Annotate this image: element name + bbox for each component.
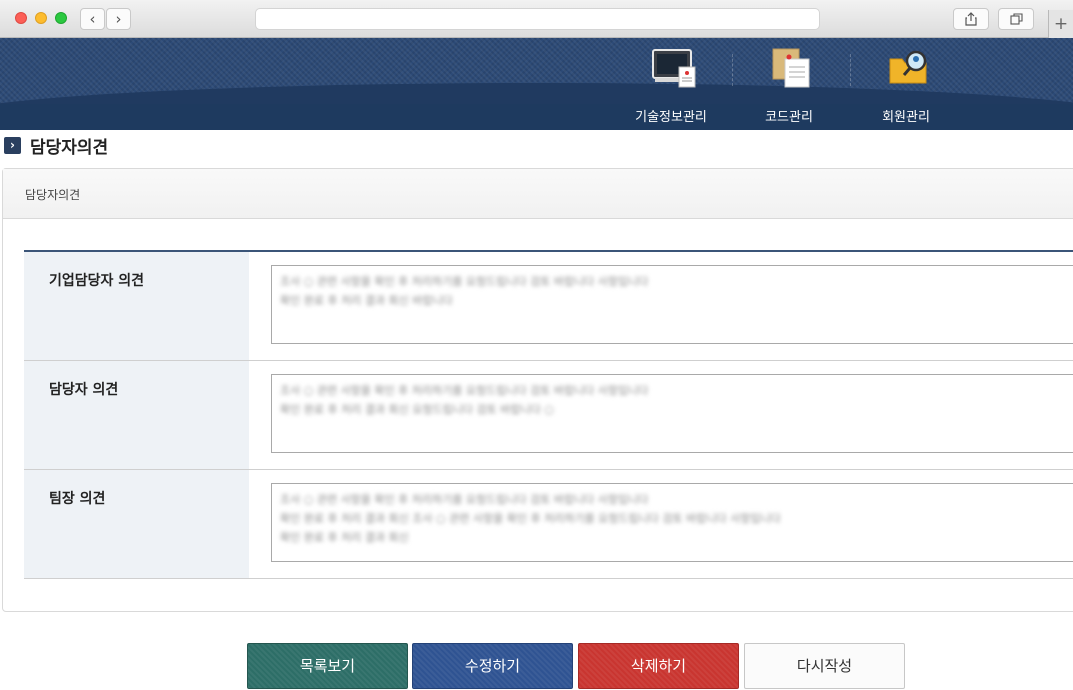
menu-tech-info[interactable]: 기술정보관리 [616,38,726,130]
address-bar[interactable] [255,8,820,30]
menu-code[interactable]: 코드관리 [734,38,844,130]
manager-opinion-textarea[interactable]: 조사 ○ 관련 사항을 확인 후 처리하기를 요청드립니다 검토 바랍니다 사항… [271,374,1073,453]
row-label-cell: 팀장 의견 [24,470,249,578]
opinion-text-line: 조사 ○ 관련 사항을 확인 후 처리하기를 요청드립니다 검토 바랍니다 사항… [280,384,649,397]
company-manager-opinion-textarea[interactable]: 조사 ○ 관련 사항을 확인 후 처리하기를 요청드립니다 검토 바랍니다 사항… [271,265,1073,344]
opinion-text-line: 조사 ○ 관련 사항을 확인 후 처리하기를 요청드립니다 검토 바랍니다 사항… [280,493,649,506]
close-window-button[interactable] [15,12,27,24]
page-title: 담당자의견 [30,138,109,158]
menu-code-label: 코드관리 [765,110,813,125]
team-leader-opinion-textarea[interactable]: 조사 ○ 관련 사항을 확인 후 처리하기를 요청드립니다 검토 바랍니다 사항… [271,483,1073,562]
site-header: 기술정보관리 코드관리 회원관리 [0,38,1073,130]
list-button[interactable]: 목록보기 [247,643,408,689]
folder-search-icon [889,50,927,84]
form-row-company-manager: 기업담당자 의견 조사 ○ 관련 사항을 확인 후 처리하기를 요청드립니다 검… [24,252,1073,361]
chevron-right-icon: › [4,137,21,154]
chevron-left-icon: ‹ [89,10,96,28]
delete-button[interactable]: 삭제하기 [578,643,739,689]
zoom-window-button[interactable] [55,12,67,24]
form-row-team-leader: 팀장 의견 조사 ○ 관련 사항을 확인 후 처리하기를 요청드립니다 검토 바… [24,470,1073,579]
opinion-form: 기업담당자 의견 조사 ○ 관련 사항을 확인 후 처리하기를 요청드립니다 검… [24,250,1073,579]
back-button[interactable]: ‹ [80,8,105,30]
menu-divider [732,54,733,86]
team-leader-opinion-label: 팀장 의견 [49,491,106,507]
menu-members-label: 회원관리 [882,110,930,125]
opinion-text-line: 확인 완료 후 처리 결과 회신 조사 ○ 관련 사항을 확인 후 처리하기를 … [280,512,781,525]
tabs-overview-button[interactable] [998,8,1034,30]
share-button[interactable] [953,8,989,30]
menu-members[interactable]: 회원관리 [851,38,961,130]
company-manager-opinion-label: 기업담당자 의견 [49,273,145,289]
opinion-text-line: 확인 완료 후 처리 결과 회신 바랍니다 [280,294,453,307]
opinion-text-line: 조사 ○ 관련 사항을 확인 후 처리하기를 요청드립니다 검토 바랍니다 사항… [280,275,649,288]
share-icon [965,12,977,26]
plus-icon: + [1053,14,1069,34]
panel-header: 담당자의견 [3,169,1073,219]
panel-heading: 담당자의견 [25,188,81,202]
edit-button[interactable]: 수정하기 [412,643,573,689]
opinion-text-line: 확인 완료 후 처리 결과 회신 요청드립니다 검토 바랍니다 ○ [280,403,554,416]
new-tab-button[interactable]: + [1048,10,1073,38]
chevron-right-icon: › [115,10,122,28]
menu-tech-info-label: 기술정보관리 [635,110,707,125]
rewrite-button[interactable]: 다시작성 [744,643,905,689]
browser-toolbar: ‹ › + [0,0,1073,38]
tabs-icon [1009,13,1023,25]
monitor-icon [652,49,696,88]
opinion-text-line: 확인 완료 후 처리 결과 회신 [280,531,409,544]
documents-icon [772,48,810,88]
form-row-manager: 담당자 의견 조사 ○ 관련 사항을 확인 후 처리하기를 요청드립니다 검토 … [24,361,1073,470]
minimize-window-button[interactable] [35,12,47,24]
row-label-cell: 담당자 의견 [24,361,249,469]
row-label-cell: 기업담당자 의견 [24,252,249,360]
manager-opinion-label: 담당자 의견 [49,382,119,398]
forward-button[interactable]: › [106,8,131,30]
